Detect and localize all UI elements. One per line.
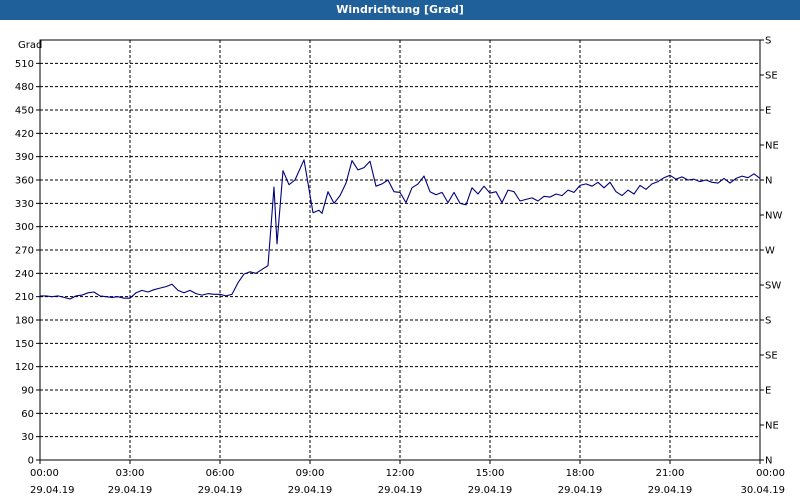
x-tick-time: 18:00 (566, 468, 595, 479)
x-tick-date: 29.04.19 (108, 485, 153, 496)
grid (40, 40, 760, 460)
y-tick-label: 450 (15, 106, 34, 117)
x-tick-date: 29.04.19 (378, 485, 423, 496)
x-tick-date: 29.04.19 (198, 485, 243, 496)
y-tick-label: 90 (21, 386, 34, 397)
y-tick-label: 150 (15, 339, 34, 350)
x-tick-date: 30.04.19 (740, 485, 785, 496)
right-tick-label: N (765, 176, 772, 187)
right-tick-label: S (765, 316, 771, 327)
x-tick-date: 29.04.19 (288, 485, 333, 496)
y-tick-label: 120 (15, 362, 34, 373)
y-axis-left: 0 30 60 90 120 150 180 210 240 270 300 330 360 390 420… (15, 59, 40, 467)
y-tick-label: 60 (21, 409, 34, 420)
x-tick-time: 00:00 (756, 468, 785, 479)
y-tick-label: 420 (15, 129, 34, 140)
right-tick-label: NW (765, 211, 782, 222)
y-tick-label: 510 (15, 59, 34, 70)
x-tick-time: 15:00 (476, 468, 505, 479)
x-tick-time: 03:00 (116, 468, 145, 479)
y-axis-label: Grad (18, 40, 42, 51)
right-tick-label: W (765, 246, 775, 257)
x-tick-time: 06:00 (206, 468, 235, 479)
x-tick-time: 12:00 (386, 468, 415, 479)
y-tick-label: 210 (15, 292, 34, 303)
right-tick-label: SW (765, 281, 781, 292)
y-tick-label: 0 (28, 456, 34, 467)
wind-direction-chart: 0 30 60 90 120 150 180 210 240 270 300 330 360 390 420… (15, 36, 785, 497)
y-tick-label: 240 (15, 269, 34, 280)
right-tick-label: NE (765, 141, 779, 152)
y-tick-label: 300 (15, 222, 34, 233)
right-tick-label: SE (765, 351, 778, 362)
x-tick-time: 21:00 (656, 468, 685, 479)
right-tick-label: S (765, 36, 771, 47)
x-tick-time: 00:00 (30, 468, 59, 479)
y-tick-label: 480 (15, 82, 34, 93)
x-tick-date: 29.04.19 (30, 485, 75, 496)
x-tick-date: 29.04.19 (468, 485, 513, 496)
right-tick-label: NE (765, 421, 779, 432)
y-tick-label: 180 (15, 316, 34, 327)
y-tick-label: 360 (15, 176, 34, 187)
y-axis-right: N NE E SE S SW W NW N NE E SE S (760, 36, 782, 467)
y-tick-label: 30 (21, 432, 34, 443)
y-tick-label: 390 (15, 152, 34, 163)
x-axis: 00:00 29.04.19 03:00 29.04.19 06:00 29.04.19 0… (30, 460, 785, 496)
x-tick-time: 09:00 (296, 468, 325, 479)
y-tick-label: 330 (15, 199, 34, 210)
right-tick-label: E (765, 386, 771, 397)
y-tick-label: 270 (15, 246, 34, 257)
right-tick-label: E (765, 106, 771, 117)
x-tick-date: 29.04.19 (648, 485, 693, 496)
right-tick-label: N (765, 456, 772, 467)
right-tick-label: SE (765, 71, 778, 82)
x-tick-date: 29.04.19 (558, 485, 603, 496)
chart-title: Windrichtung [Grad] (0, 0, 800, 20)
